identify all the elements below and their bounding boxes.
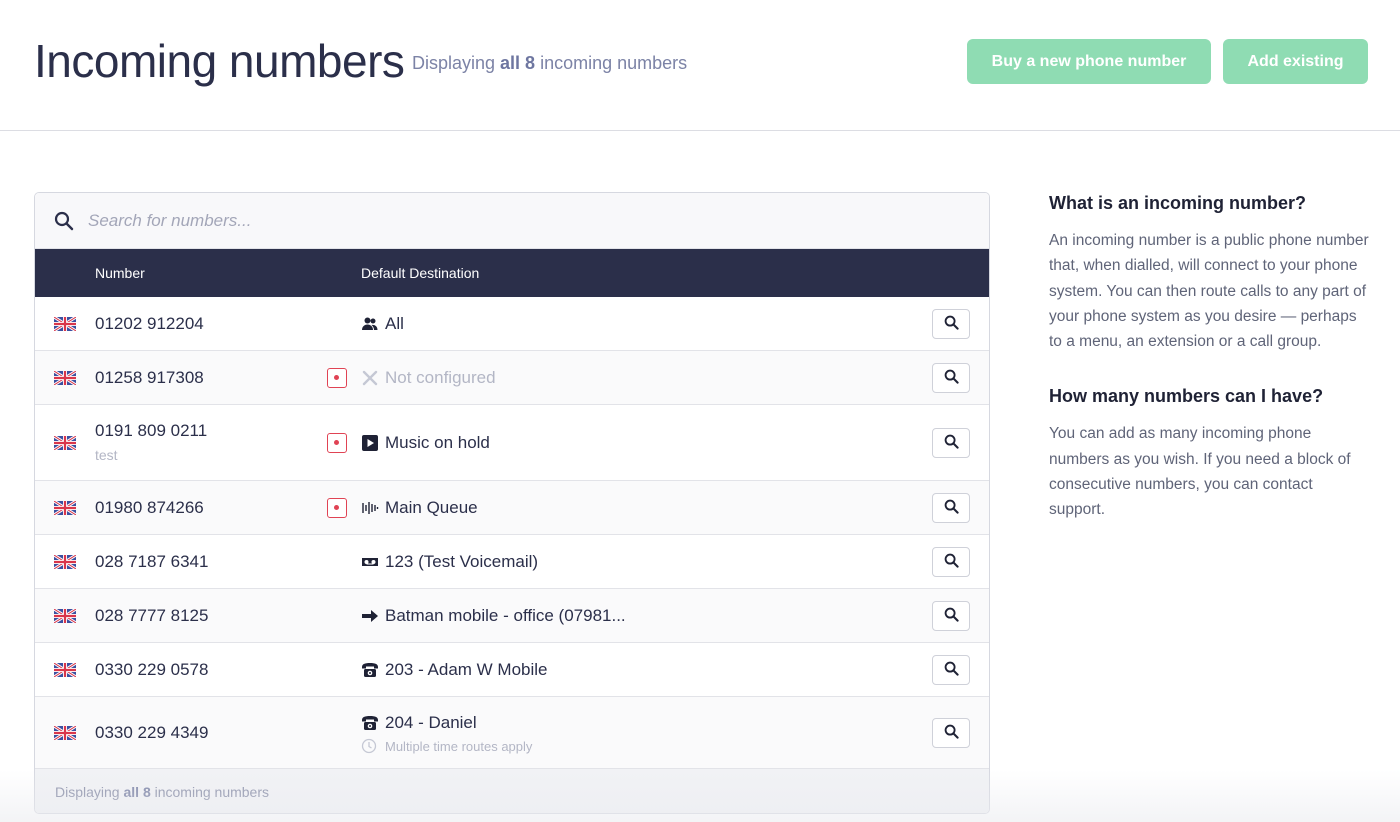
page-title: Incoming numbers bbox=[34, 35, 405, 87]
destination-label: Batman mobile - office (07981... bbox=[385, 606, 626, 625]
destination-label: 203 - Adam W Mobile bbox=[385, 660, 548, 679]
search-icon bbox=[54, 211, 74, 230]
arrow-right-icon bbox=[361, 607, 379, 625]
table-body: 01202 912204 All 01258 917308 Not configure… bbox=[35, 297, 989, 769]
page-subtitle: Displaying all 8 incoming numbers bbox=[412, 53, 688, 73]
magnifier-icon bbox=[944, 434, 959, 452]
magnifier-icon bbox=[944, 724, 959, 742]
help-question-1: What is an incoming number? bbox=[1049, 193, 1307, 213]
uk-flag-icon bbox=[53, 434, 77, 452]
search-input[interactable] bbox=[88, 210, 888, 231]
view-number-button[interactable] bbox=[932, 363, 970, 393]
destination-label: Music on hold bbox=[385, 433, 490, 452]
page-header: Incoming numbers Displaying all 8 incomi… bbox=[0, 0, 1400, 131]
x-icon bbox=[361, 369, 379, 387]
column-header-number: Number bbox=[95, 265, 145, 281]
table-header: Number Default Destination bbox=[35, 249, 989, 297]
phone-icon bbox=[361, 661, 379, 679]
phone-number: 0191 809 0211 bbox=[95, 421, 208, 440]
help-answer-2: You can add as many incoming phone numbe… bbox=[1049, 425, 1351, 519]
view-number-button[interactable] bbox=[932, 428, 970, 458]
destination-label: 123 (Test Voicemail) bbox=[385, 552, 539, 571]
destination-note: Multiple time routes apply bbox=[385, 739, 533, 754]
search-bar bbox=[35, 193, 989, 249]
table-row[interactable]: 0330 229 0578 203 - Adam W Mobile bbox=[35, 643, 989, 697]
recording-icon bbox=[327, 433, 347, 453]
table-footer: Displaying all 8 incoming numbers bbox=[35, 769, 989, 813]
number-note: test bbox=[95, 447, 118, 463]
view-number-button[interactable] bbox=[932, 718, 970, 748]
magnifier-icon bbox=[944, 499, 959, 517]
uk-flag-icon bbox=[53, 369, 77, 387]
uk-flag-icon bbox=[53, 315, 77, 333]
play-icon bbox=[361, 434, 379, 452]
magnifier-icon bbox=[944, 607, 959, 625]
phone-number: 01980 874266 bbox=[95, 498, 204, 517]
phone-number: 028 7777 8125 bbox=[95, 606, 209, 625]
phone-icon bbox=[361, 714, 379, 732]
recording-icon bbox=[327, 498, 347, 518]
add-existing-button[interactable]: Add existing bbox=[1223, 39, 1368, 84]
view-number-button[interactable] bbox=[932, 655, 970, 685]
table-row[interactable]: 01980 874266 Main Queue bbox=[35, 481, 989, 535]
magnifier-icon bbox=[944, 661, 959, 679]
view-number-button[interactable] bbox=[932, 493, 970, 523]
destination-label: All bbox=[385, 314, 404, 333]
table-row[interactable]: 0330 229 4349 204 - Daniel Multiple time r… bbox=[35, 697, 989, 769]
destination-label: Not configured bbox=[385, 368, 496, 387]
view-number-button[interactable] bbox=[932, 309, 970, 339]
clock-icon bbox=[361, 738, 377, 754]
queue-icon bbox=[361, 499, 379, 517]
buy-number-button[interactable]: Buy a new phone number bbox=[967, 39, 1211, 84]
numbers-table-card: Number Default Destination 01202 912204 A… bbox=[34, 192, 990, 814]
view-number-button[interactable] bbox=[932, 601, 970, 631]
magnifier-icon bbox=[944, 553, 959, 571]
help-question-2: How many numbers can I have? bbox=[1049, 386, 1324, 407]
magnifier-icon bbox=[944, 369, 959, 387]
voicemail-icon bbox=[361, 553, 379, 571]
uk-flag-icon bbox=[53, 724, 77, 742]
table-row[interactable]: 01258 917308 Not configured bbox=[35, 351, 989, 405]
table-row[interactable]: 01202 912204 All bbox=[35, 297, 989, 351]
uk-flag-icon bbox=[53, 661, 77, 679]
table-row[interactable]: 0191 809 0211 test Music on hold bbox=[35, 405, 989, 481]
table-row[interactable]: 028 7187 6341 123 (Test Voicemail) bbox=[35, 535, 989, 589]
phone-number: 0330 229 4349 bbox=[95, 723, 209, 742]
column-header-destination: Default Destination bbox=[361, 265, 480, 281]
phone-number: 028 7187 6341 bbox=[95, 552, 209, 571]
uk-flag-icon bbox=[53, 607, 77, 625]
destination-label: Main Queue bbox=[385, 498, 478, 517]
phone-number: 01258 917308 bbox=[95, 368, 204, 387]
phone-number: 01202 912204 bbox=[95, 314, 204, 333]
uk-flag-icon bbox=[53, 499, 77, 517]
help-answer-1: An incoming number is a public phone num… bbox=[1049, 232, 1369, 351]
phone-number: 0330 229 0578 bbox=[95, 660, 209, 679]
recording-icon bbox=[327, 368, 347, 388]
users-icon bbox=[361, 315, 379, 333]
uk-flag-icon bbox=[53, 553, 77, 571]
table-row[interactable]: 028 7777 8125 Batman mobile - office (079… bbox=[35, 589, 989, 643]
magnifier-icon bbox=[944, 315, 959, 333]
destination-label: 204 - Daniel bbox=[385, 713, 477, 732]
help-panel: What is an incoming number? An incoming … bbox=[1049, 193, 1369, 523]
view-number-button[interactable] bbox=[932, 547, 970, 577]
